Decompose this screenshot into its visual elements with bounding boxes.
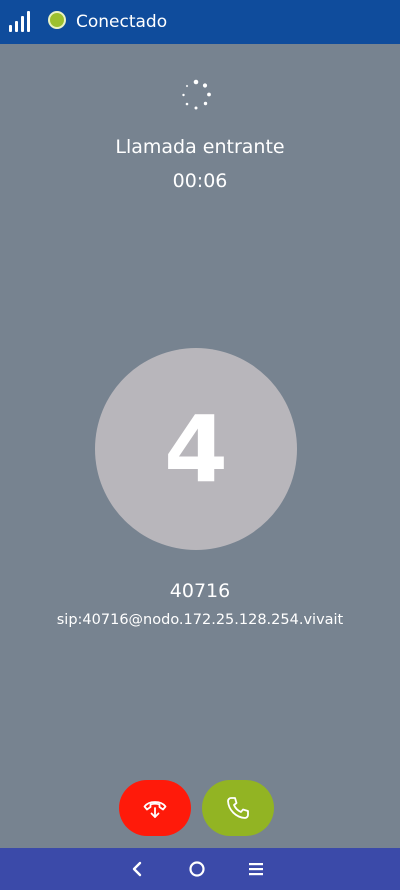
connection-status-icon [48, 11, 66, 29]
caller-number: 40716 [169, 580, 231, 602]
status-bar: Conectado [0, 0, 400, 44]
connection-status-label: Conectado [76, 12, 168, 32]
back-icon[interactable] [125, 858, 149, 880]
home-icon[interactable] [185, 858, 209, 880]
reject-call-button[interactable] [119, 780, 191, 836]
signal-strength-icon [9, 10, 33, 32]
answer-call-button[interactable] [202, 780, 274, 836]
system-navigation-bar [0, 848, 400, 890]
call-state-label: Llamada entrante [115, 136, 285, 158]
avatar-initial: 4 [163, 395, 228, 503]
loading-spinner-icon [182, 79, 211, 110]
recents-icon[interactable] [244, 858, 268, 880]
call-timer: 00:06 [172, 170, 228, 192]
phone-hangup-icon [143, 801, 167, 818]
phone-answer-icon [227, 797, 249, 819]
caller-avatar: 4 [95, 348, 297, 550]
caller-sip-address: sip:40716@nodo.172.25.128.254.vivait [56, 612, 344, 628]
